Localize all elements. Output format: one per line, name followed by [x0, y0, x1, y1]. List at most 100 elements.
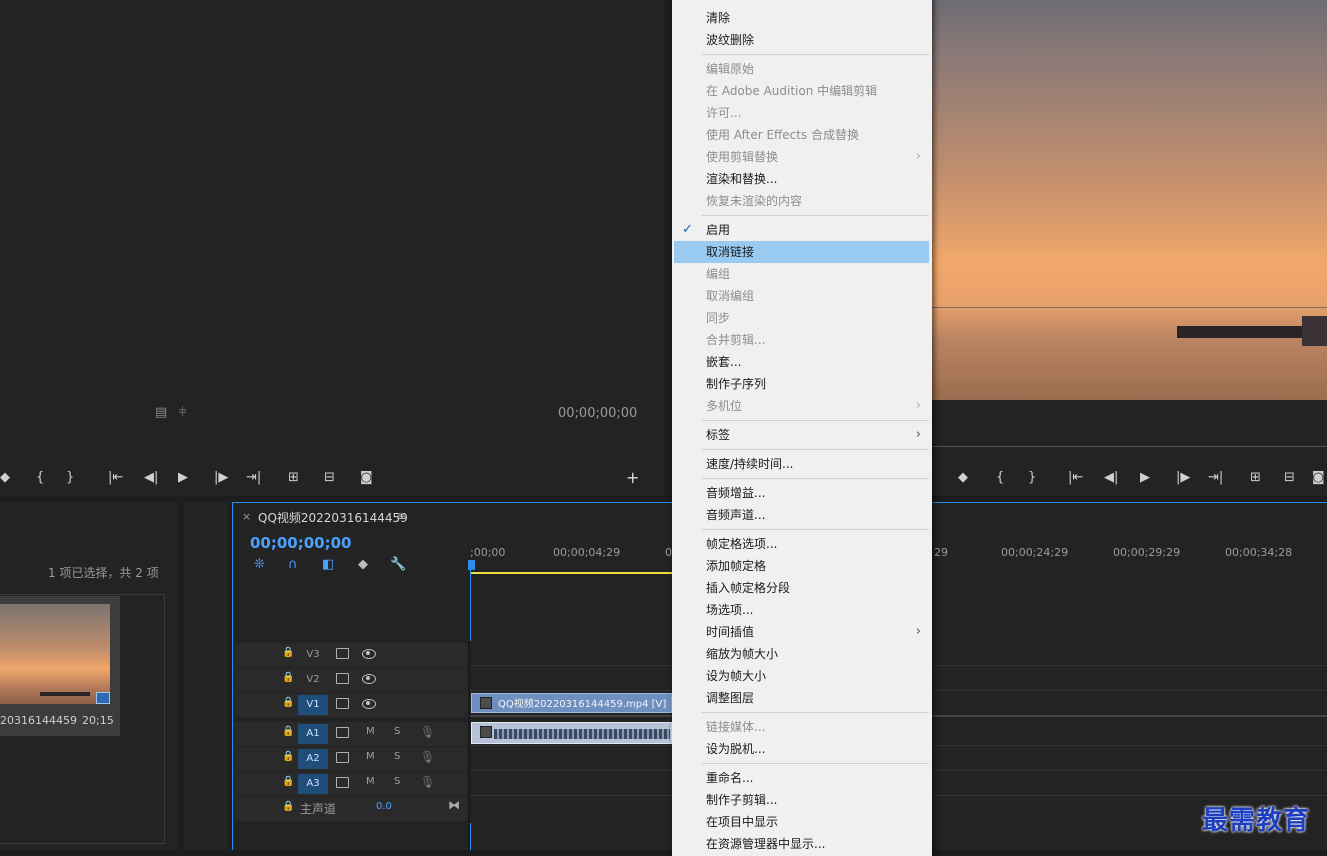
- eye-icon[interactable]: [362, 674, 376, 684]
- play-icon[interactable]: ▶: [178, 470, 188, 485]
- track-name-a3[interactable]: A3: [298, 774, 328, 794]
- lock-icon[interactable]: 🔒: [282, 801, 294, 812]
- microphone-icon[interactable]: 🎙: [420, 725, 435, 739]
- eye-icon[interactable]: [362, 699, 376, 709]
- timeline-close-button[interactable]: ×: [242, 510, 251, 523]
- mark-in-icon[interactable]: {: [36, 470, 44, 485]
- menu-item-enable[interactable]: 启用 ✓: [674, 219, 929, 241]
- linked-selection-icon[interactable]: ◧: [322, 558, 334, 572]
- menu-item-field-options[interactable]: 场选项...: [674, 599, 929, 621]
- menu-item-make-subclip[interactable]: 制作子剪辑...: [674, 789, 929, 811]
- add-marker-icon[interactable]: ◆: [358, 558, 368, 572]
- microphone-icon[interactable]: 🎙: [420, 750, 435, 764]
- menu-item-adjustment-layer[interactable]: 调整图层: [674, 687, 929, 709]
- snap-icon[interactable]: ∩: [288, 558, 298, 572]
- work-area-bar[interactable]: [470, 572, 672, 574]
- menu-item-insert-frame-hold-segment[interactable]: 插入帧定格分段: [674, 577, 929, 599]
- menu-item-speed-duration[interactable]: 速度/持续时间...: [674, 453, 929, 475]
- extract-icon[interactable]: ⊟: [1284, 470, 1295, 485]
- lift-icon[interactable]: ⊞: [1250, 470, 1261, 485]
- playhead-head[interactable]: [468, 560, 475, 570]
- clip-thumbnail-card[interactable]: 20316144459 20;15: [0, 596, 120, 736]
- menu-item-make-offline[interactable]: 设为脱机...: [674, 738, 929, 760]
- track-a2[interactable]: 🔒 A2 M S 🎙: [234, 747, 470, 771]
- program-step-back-icon[interactable]: ◀|: [1104, 470, 1118, 485]
- audio-clip[interactable]: [471, 722, 672, 744]
- go-to-end-icon[interactable]: ⧓: [448, 798, 460, 812]
- track-name-a2[interactable]: A2: [298, 749, 328, 769]
- mark-out-icon[interactable]: }: [66, 470, 74, 485]
- sync-lock-icon[interactable]: [336, 648, 349, 659]
- timeline-timecode[interactable]: 00;00;00;00: [250, 534, 352, 552]
- menu-item-audio-gain[interactable]: 音频增益...: [674, 482, 929, 504]
- step-forward-icon[interactable]: |▶: [214, 470, 228, 485]
- menu-item-clear[interactable]: 清除: [674, 7, 929, 29]
- track-a3[interactable]: 🔒 A3 M S 🎙: [234, 772, 470, 796]
- menu-item-audio-channels[interactable]: 音频声道...: [674, 504, 929, 526]
- program-mark-in-icon[interactable]: {: [996, 470, 1004, 485]
- sequence-tab[interactable]: QQ视频20220316144459: [258, 509, 408, 526]
- menu-item-nest[interactable]: 嵌套...: [674, 351, 929, 373]
- insert-icon[interactable]: ⊞: [288, 470, 299, 485]
- program-step-forward-icon[interactable]: |▶: [1176, 470, 1190, 485]
- master-track[interactable]: 🔒 主声道 0.0 ⧓: [234, 797, 470, 821]
- menu-item-render-and-replace[interactable]: 渲染和替换...: [674, 168, 929, 190]
- track-name-v2[interactable]: V2: [298, 670, 328, 690]
- lock-icon[interactable]: 🔒: [282, 647, 294, 658]
- menu-item-frame-hold-options[interactable]: 帧定格选项...: [674, 533, 929, 555]
- go-to-out-icon[interactable]: ⇥|: [246, 470, 261, 485]
- solo-button[interactable]: S: [394, 751, 400, 762]
- camera-icon[interactable]: ◙: [360, 470, 373, 485]
- lock-icon[interactable]: 🔒: [282, 751, 294, 762]
- sync-lock-icon[interactable]: [336, 673, 349, 684]
- menu-item-make-subsequence[interactable]: 制作子序列: [674, 373, 929, 395]
- track-name-a1[interactable]: A1: [298, 724, 328, 744]
- program-go-in-icon[interactable]: |⇤: [1068, 470, 1083, 485]
- overwrite-icon[interactable]: ⊟: [324, 470, 335, 485]
- track-name-v1[interactable]: V1: [298, 695, 328, 715]
- track-v3[interactable]: 🔒 V3: [234, 643, 470, 667]
- program-scrubber[interactable]: [932, 436, 1327, 447]
- lock-icon[interactable]: 🔒: [282, 726, 294, 737]
- step-back-icon[interactable]: ◀|: [144, 470, 158, 485]
- mute-button[interactable]: M: [366, 726, 375, 737]
- mute-button[interactable]: M: [366, 776, 375, 787]
- menu-item-ripple-delete[interactable]: 波纹删除: [674, 29, 929, 51]
- menu-item-unlink[interactable]: 取消链接: [674, 241, 929, 263]
- eye-icon[interactable]: [362, 649, 376, 659]
- menu-item-reveal-in-explorer[interactable]: 在资源管理器中显示...: [674, 833, 929, 855]
- go-to-in-icon[interactable]: |⇤: [108, 470, 123, 485]
- waveform-icon[interactable]: ⫩: [179, 406, 186, 420]
- solo-button[interactable]: S: [394, 776, 400, 787]
- sync-lock-icon[interactable]: [336, 777, 349, 788]
- lock-icon[interactable]: 🔒: [282, 776, 294, 787]
- track-v2[interactable]: 🔒 V2: [234, 668, 470, 692]
- menu-item-rename[interactable]: 重命名...: [674, 767, 929, 789]
- marker-icon[interactable]: ◆: [0, 470, 10, 485]
- track-v1[interactable]: 🔒 V1: [234, 693, 470, 717]
- sync-lock-icon[interactable]: [336, 698, 349, 709]
- film-icon[interactable]: ▤: [155, 406, 167, 420]
- export-frame-icon[interactable]: ◙: [1312, 470, 1325, 485]
- menu-item-reveal-in-project[interactable]: 在项目中显示: [674, 811, 929, 833]
- lock-icon[interactable]: 🔒: [282, 672, 294, 683]
- program-marker-icon[interactable]: ◆: [958, 470, 968, 485]
- wrench-icon[interactable]: 🔧: [390, 558, 406, 572]
- mute-button[interactable]: M: [366, 751, 375, 762]
- track-a1[interactable]: 🔒 A1 M S 🎙: [234, 722, 470, 746]
- solo-button[interactable]: S: [394, 726, 400, 737]
- program-go-out-icon[interactable]: ⇥|: [1208, 470, 1223, 485]
- track-name-v3[interactable]: V3: [298, 645, 328, 665]
- program-play-icon[interactable]: ▶: [1140, 470, 1150, 485]
- sync-lock-icon[interactable]: [336, 752, 349, 763]
- menu-item-set-to-frame-size[interactable]: 设为帧大小: [674, 665, 929, 687]
- menu-item-scale-to-frame-size[interactable]: 缩放为帧大小: [674, 643, 929, 665]
- program-mark-out-icon[interactable]: }: [1028, 470, 1036, 485]
- microphone-icon[interactable]: 🎙: [420, 775, 435, 789]
- sequence-menu-icon[interactable]: ≡: [396, 509, 406, 523]
- lock-icon[interactable]: 🔒: [282, 697, 294, 708]
- menu-item-label[interactable]: 标签 ›: [674, 424, 929, 446]
- video-clip[interactable]: QQ视频20220316144459.mp4 [V]: [471, 693, 672, 713]
- master-value[interactable]: 0.0: [376, 801, 392, 812]
- nest-toggle-icon[interactable]: ❊: [254, 558, 265, 572]
